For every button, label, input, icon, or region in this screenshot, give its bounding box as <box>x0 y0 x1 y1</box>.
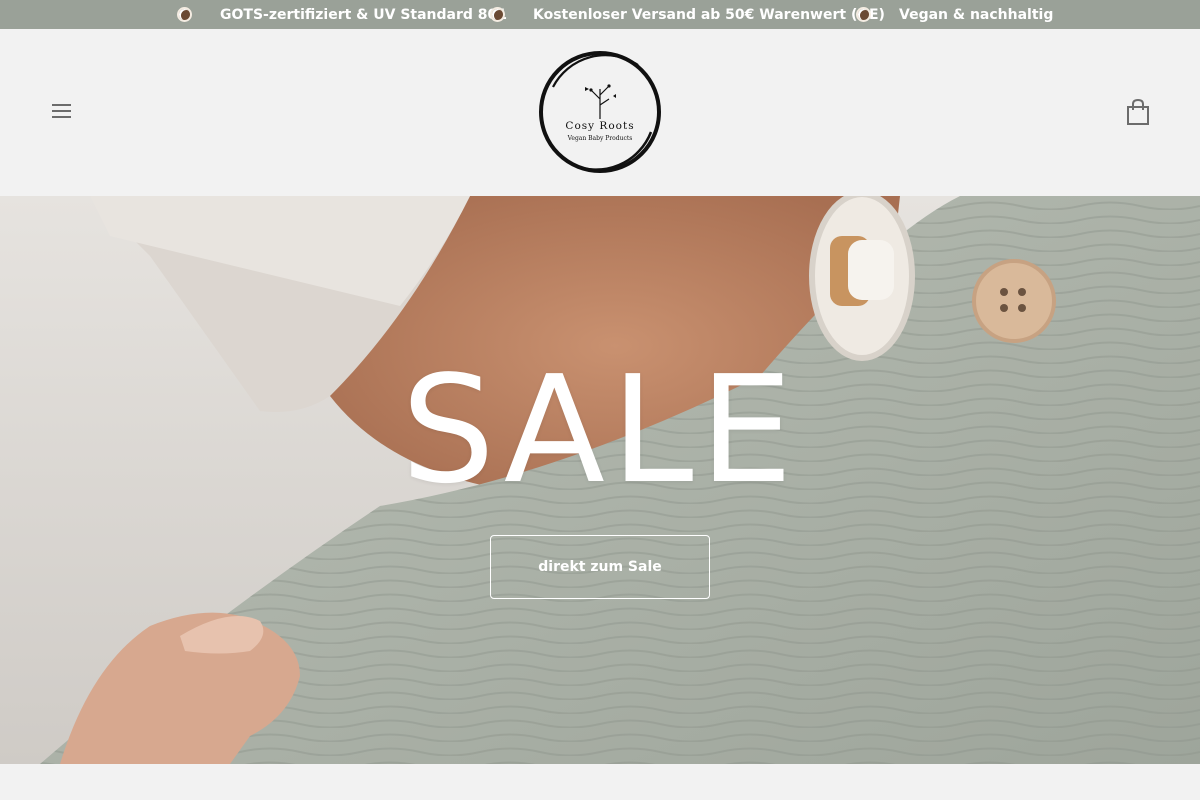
hamburger-menu-icon[interactable] <box>50 103 74 120</box>
logo-subtitle: Vegan Baby Products <box>567 135 633 142</box>
coconut-icon <box>177 7 192 22</box>
site-logo[interactable]: Cosy Roots Vegan Baby Products <box>533 47 667 177</box>
shopping-bag-icon[interactable] <box>1124 98 1152 126</box>
hero-title: SALE <box>401 344 799 516</box>
announcement-vegan: Vegan & nachhaltig <box>899 6 1054 23</box>
announcement-gots: GOTS-zertifiziert & UV Standard 801 <box>220 6 508 23</box>
page-continuation <box>0 764 1200 800</box>
coconut-icon <box>856 7 871 22</box>
hero-banner: SALE direkt zum Sale <box>0 196 1200 764</box>
site-header: Cosy Roots Vegan Baby Products <box>0 29 1200 196</box>
logo-ring-icon <box>539 51 661 173</box>
logo-title: Cosy Roots <box>565 120 635 132</box>
announcement-shipping: Kostenloser Versand ab 50€ Warenwert (DE… <box>533 6 885 23</box>
sale-cta-button[interactable]: direkt zum Sale <box>490 535 710 599</box>
announcement-bar: GOTS-zertifiziert & UV Standard 801 Kost… <box>0 0 1200 29</box>
coconut-icon <box>490 7 505 22</box>
